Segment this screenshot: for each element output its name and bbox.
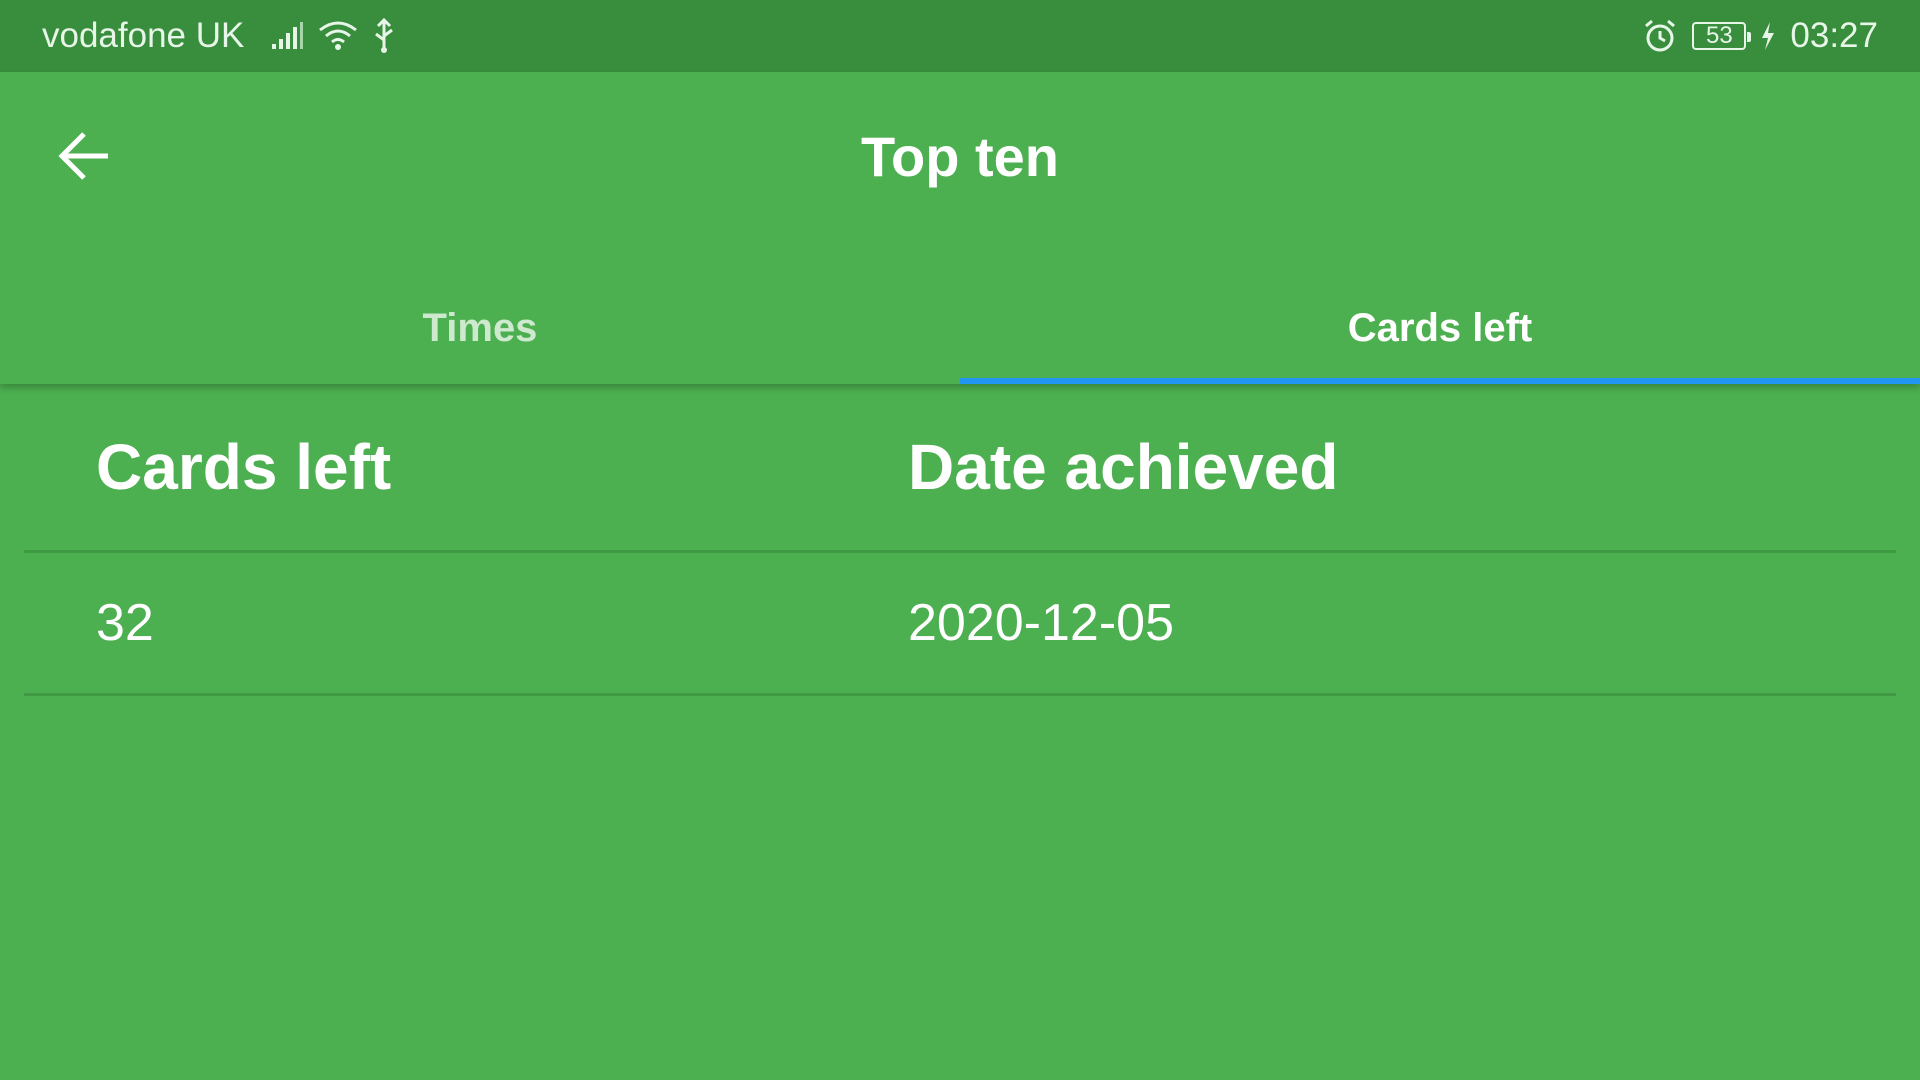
status-bar: vodafone UK 53 03:27 [0, 0, 1920, 72]
status-bar-right: 53 03:27 [1642, 16, 1878, 56]
table-header: Cards left Date achieved [24, 384, 1896, 553]
tab-label: Times [422, 305, 538, 350]
status-bar-left: vodafone UK [42, 16, 410, 56]
signal-icon [270, 22, 304, 50]
app-bar: Top ten Times Cards left [0, 72, 1920, 384]
cell-cards-left: 32 [96, 594, 154, 652]
column-header-date-achieved: Date achieved [908, 431, 1339, 503]
top-ten-table: Cards left Date achieved 32 2020-12-05 [24, 384, 1896, 696]
cell-date-achieved: 2020-12-05 [908, 594, 1174, 652]
tab-indicator [960, 378, 1920, 384]
wifi-icon [318, 20, 358, 52]
tab-bar: Times Cards left [0, 272, 1920, 384]
clock: 03:27 [1790, 16, 1878, 55]
tab-cards-left[interactable]: Cards left [960, 272, 1920, 384]
carrier-name: vodafone UK [42, 16, 245, 55]
column-header-cards-left: Cards left [96, 431, 392, 503]
table-row: 32 2020-12-05 [24, 553, 1896, 696]
charging-icon [1760, 21, 1776, 51]
usb-icon [372, 18, 396, 54]
tab-label: Cards left [1347, 305, 1533, 350]
battery-level: 53 [1692, 22, 1752, 50]
tab-times[interactable]: Times [0, 272, 960, 384]
battery-icon: 53 [1692, 22, 1752, 50]
page-title: Top ten [860, 125, 1060, 188]
alarm-icon [1642, 18, 1678, 54]
